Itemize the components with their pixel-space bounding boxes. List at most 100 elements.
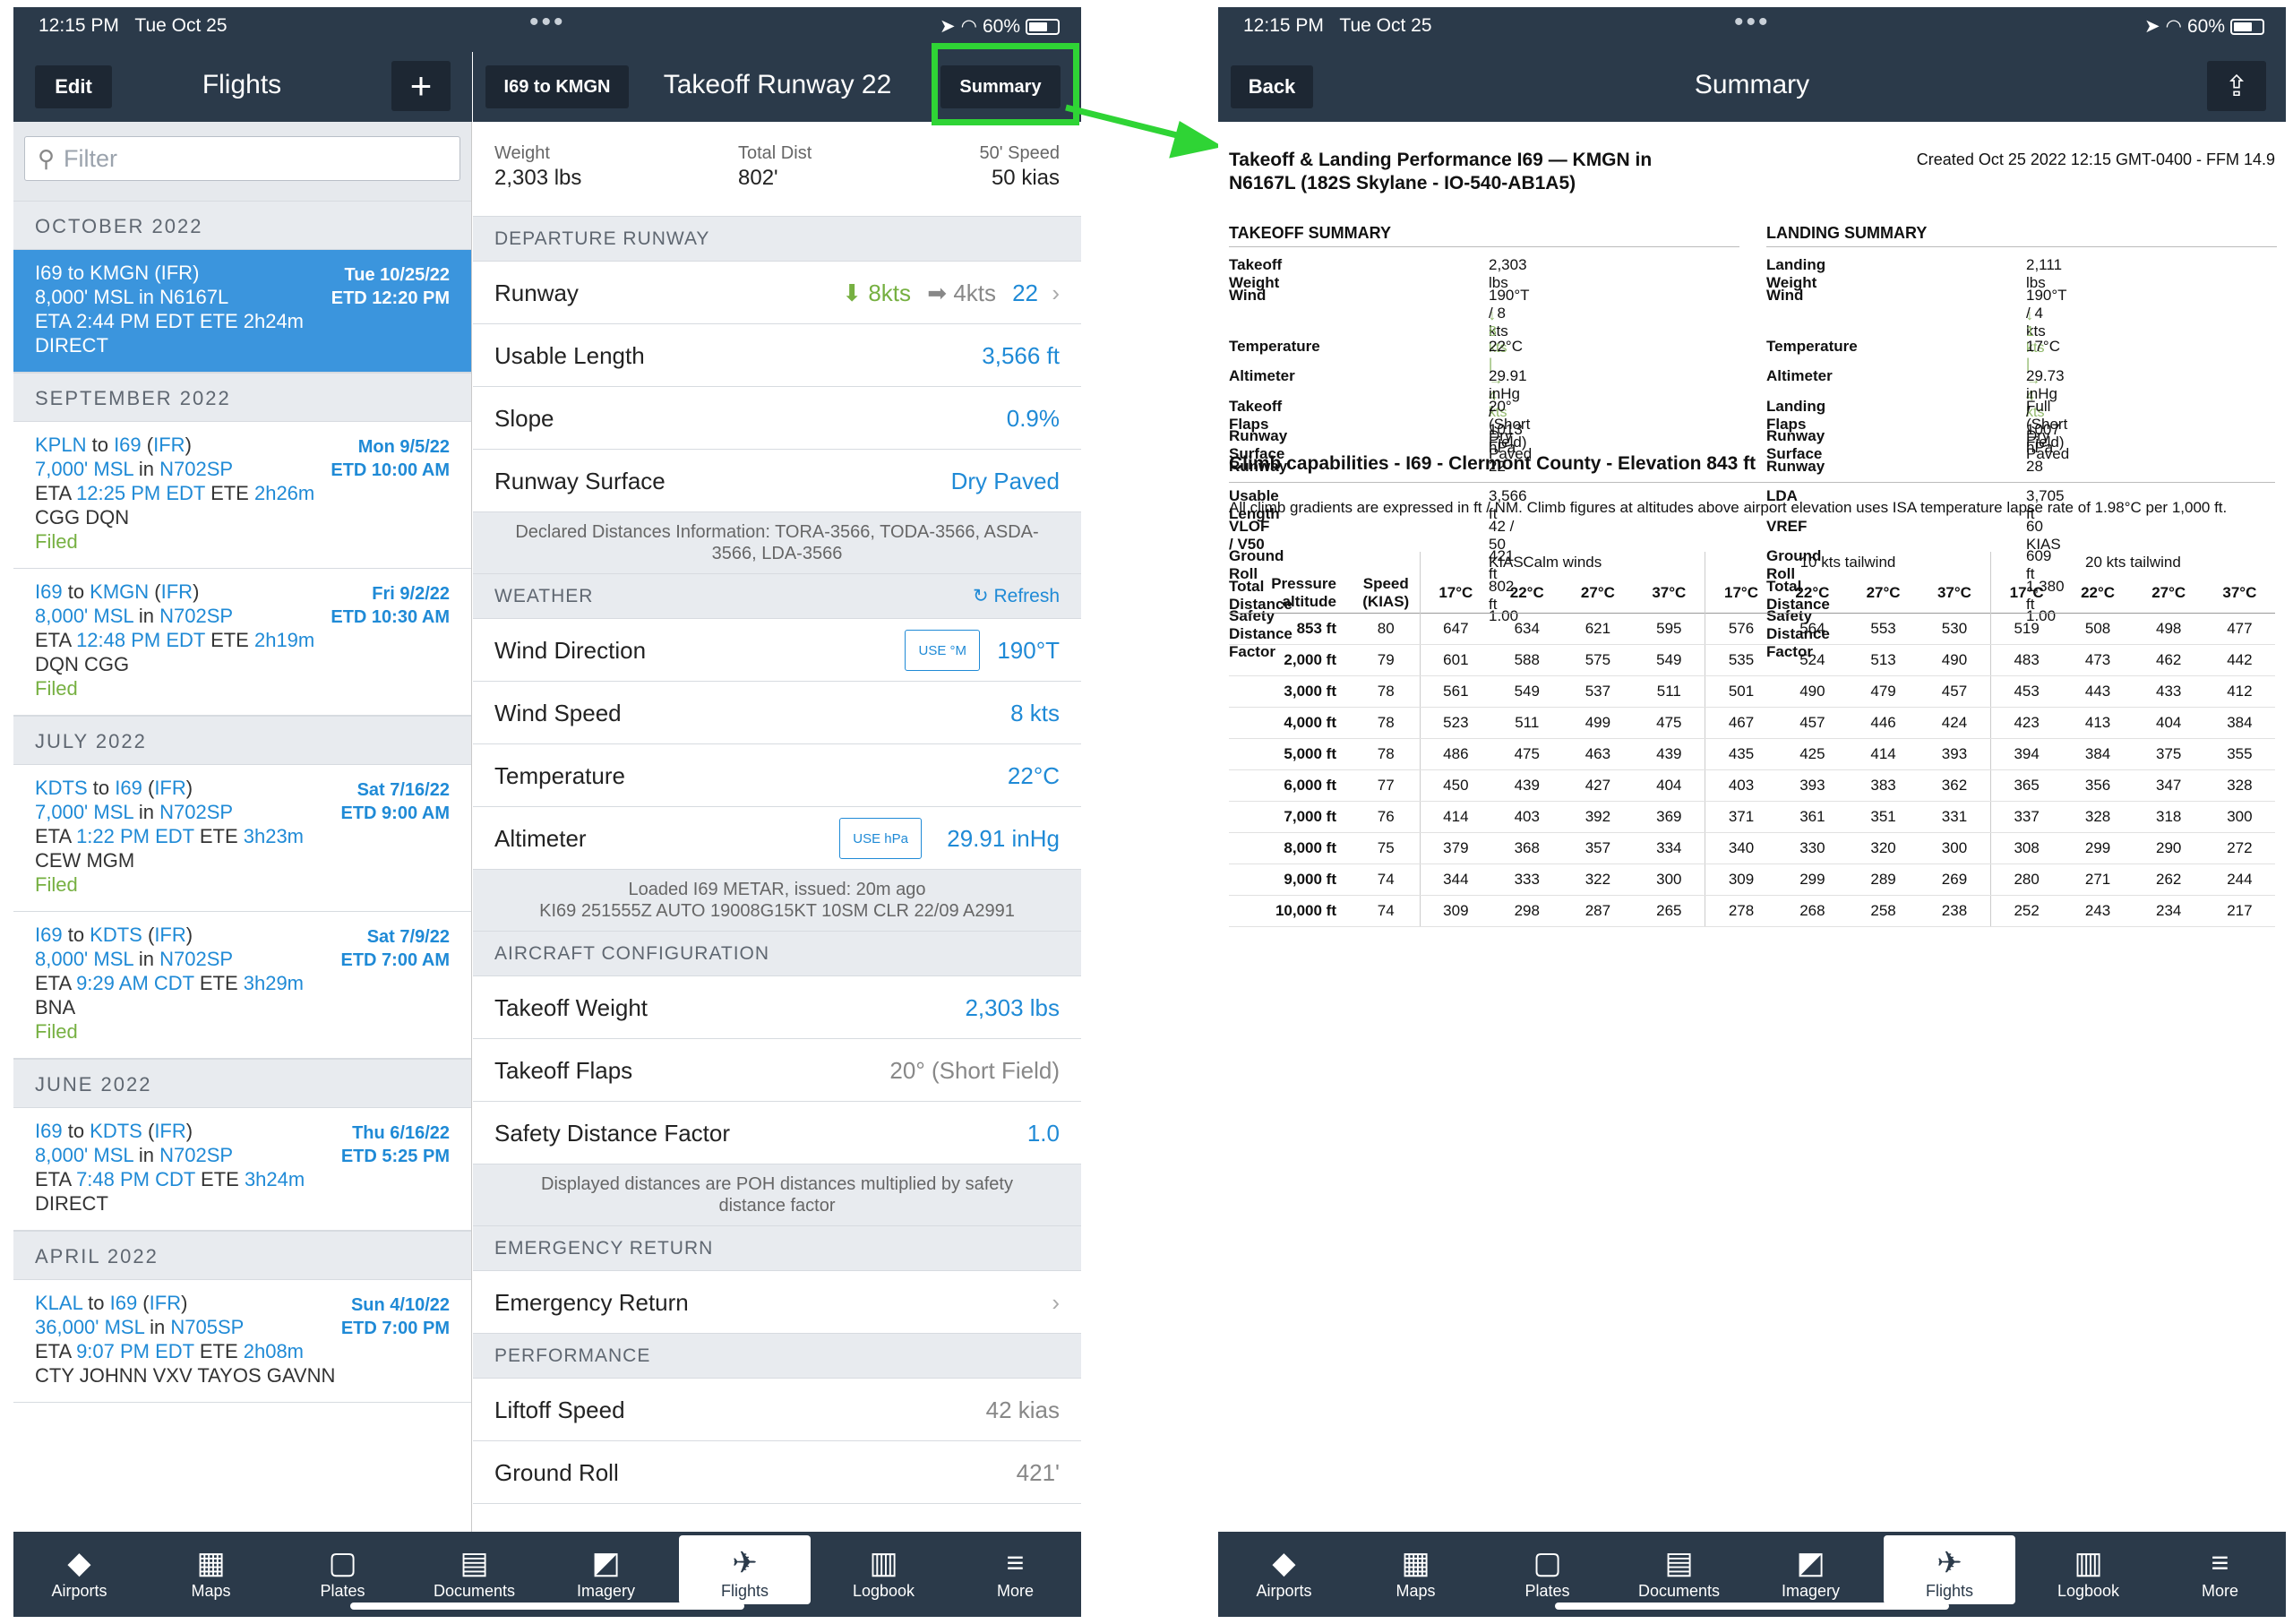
declared-distances-note: Declared Distances Information: TORA-356… [473, 512, 1081, 574]
tab-flights[interactable]: ✈ Flights [1884, 1535, 2015, 1604]
summary-navbar: Back Summary ⇪ [1218, 52, 2286, 122]
gradient-cell: 393 [1776, 769, 1848, 802]
add-flight-button[interactable]: + [391, 61, 451, 111]
gradient-cell: 252 [1989, 895, 2063, 927]
gradient-cell: 278 [1705, 895, 1777, 927]
back-button[interactable]: Back [1231, 65, 1313, 108]
tab-maps[interactable]: ▦ Maps [145, 1532, 277, 1617]
battery-icon [1026, 18, 1060, 35]
summary-title: Summary [1694, 70, 1810, 99]
tab-logbook[interactable]: ▥ Logbook [2022, 1532, 2154, 1617]
use-magnetic-button[interactable]: USE °M [905, 630, 980, 671]
flight-item[interactable]: KPLN to I69 (IFR) 7,000' MSL in N702SP E… [13, 422, 471, 569]
flight-item[interactable]: I69 to KDTS (IFR) 8,000' MSL in N702SP E… [13, 912, 471, 1059]
surface-row[interactable]: Runway Surface Dry Paved [473, 450, 1081, 512]
temp-col-header: 17°C [1989, 573, 2063, 614]
multitask-dots[interactable]: ••• [1734, 7, 1771, 38]
airports-icon: ◆ [1272, 1546, 1296, 1580]
flight-item[interactable]: I69 to KDTS (IFR) 8,000' MSL in N702SP E… [13, 1108, 471, 1231]
airplane-icon: ✈ [1937, 1546, 1962, 1580]
temp-col-header: 22°C [2081, 584, 2116, 601]
poh-note: Displayed distances are POH distances mu… [473, 1164, 1081, 1226]
flight-item[interactable]: I69 to KMGN (IFR) 8,000' MSL in N6167L E… [13, 250, 471, 373]
gradient-cell: 457 [1919, 675, 1991, 708]
safety-factor-row[interactable]: Safety Distance Factor 1.0 [473, 1102, 1081, 1164]
refresh-button[interactable]: ↻ Refresh [973, 574, 1060, 619]
table-row: 3,000 ft 78 561 549 537 511 501 490 479 457 453 443… [1229, 675, 2275, 708]
wind-direction-row[interactable]: Wind Direction USE °M 190°T [473, 619, 1081, 682]
gradient-cell: 383 [1847, 769, 1919, 802]
runway-row[interactable]: Runway ⬇ 8kts ➡ 4kts 22 › [473, 262, 1081, 324]
summary-key: Temperature [1229, 337, 1320, 355]
emergency-return-row[interactable]: Emergency Return › [473, 1271, 1081, 1334]
tab-maps[interactable]: ▦ Maps [1350, 1532, 1481, 1617]
gradient-cell: 475 [1633, 707, 1705, 739]
gradient-cell: 334 [1633, 832, 1705, 864]
gradient-cell: 371 [1705, 801, 1777, 833]
altimeter-row[interactable]: Altimeter USE hPa 29.91 inHg [473, 807, 1081, 870]
gradient-cell: 328 [2062, 801, 2134, 833]
gradient-cell: 446 [1847, 707, 1919, 739]
tab-airports[interactable]: ◆ Airports [13, 1532, 145, 1617]
speed-cell: 77 [1353, 769, 1420, 802]
share-icon[interactable]: ⇪ [2207, 61, 2266, 111]
departure-header: DEPARTURE RUNWAY [473, 217, 1081, 262]
table-row: 853 ft 80 647 634 621 595 576 564 553 530 519 508 49… [1229, 613, 2275, 645]
summary-document: Takeoff & Landing Performance I69 — KMGN… [1218, 122, 2286, 1546]
gradient-cell: 356 [2062, 769, 2134, 802]
ipad-right: 12:15 PM Tue Oct 25 ••• ➤ ◠ 60% Back Summa… [1218, 7, 2286, 1617]
edit-button[interactable]: Edit [35, 65, 112, 108]
flight-item[interactable]: KLAL to I69 (IFR) 36,000' MSL in N705SP … [13, 1280, 471, 1403]
airplane-icon: ✈ [732, 1546, 758, 1580]
altitude-cell: 10,000 ft [1229, 895, 1353, 927]
gradient-cell: 467 [1705, 707, 1777, 739]
location-icon: ➤ [940, 16, 956, 37]
section-header: JULY 2022 [13, 716, 471, 765]
gradient-cell: 271 [2062, 864, 2134, 896]
flight-item[interactable]: KDTS to I69 (IFR) 7,000' MSL in N702SP E… [13, 765, 471, 912]
location-icon: ➤ [2144, 16, 2160, 37]
takeoff-weight-row[interactable]: Takeoff Weight 2,303 lbs [473, 976, 1081, 1039]
gradient-cell: 530 [1919, 613, 1991, 645]
flights-list: ⚲ Filter OCTOBER 2022 I69 to KMGN (IFR) 8… [13, 122, 472, 1546]
performance-header: PERFORMANCE [473, 1334, 1081, 1379]
usable-length-row[interactable]: Usable Length 3,566 ft [473, 324, 1081, 387]
gradient-cell: 523 [1419, 707, 1492, 739]
tab-more[interactable]: ≡ More [2154, 1532, 2286, 1617]
gradient-cell: 549 [1491, 675, 1563, 708]
tab-flights[interactable]: ✈ Flights [679, 1535, 811, 1604]
speed-cell: 75 [1353, 832, 1420, 864]
wind-speed-row[interactable]: Wind Speed 8 kts [473, 682, 1081, 744]
gradient-cell: 634 [1491, 613, 1563, 645]
created-stamp: Created Oct 25 2022 12:15 GMT-0400 - FFM… [1916, 150, 2275, 168]
temperature-row[interactable]: Temperature 22°C [473, 744, 1081, 807]
tab-airports[interactable]: ◆ Airports [1218, 1532, 1350, 1617]
gradient-cell: 337 [1989, 801, 2063, 833]
metar-note: Loaded I69 METAR, issued: 20m ago KI69 25… [473, 870, 1081, 932]
gradient-cell: 272 [2203, 832, 2275, 864]
stat-50-speed: 50' Speed 50 kias [979, 143, 1060, 190]
gradient-cell: 414 [1419, 801, 1492, 833]
use-hpa-button[interactable]: USE hPa [839, 818, 922, 859]
slope-row[interactable]: Slope 0.9% [473, 387, 1081, 450]
group-calm: Calm winds [1419, 552, 1705, 573]
tab-logbook[interactable]: ▥ Logbook [818, 1532, 949, 1617]
gradient-cell: 340 [1705, 832, 1777, 864]
gradient-cell: 394 [1989, 738, 2063, 770]
stat-total-dist: Total Dist 802' [738, 143, 812, 190]
tab-bar: ◆ Airports ▦ Maps ▢ Plates ▤ Documents ◩ Imag… [1218, 1532, 2286, 1617]
back-to-flight-button[interactable]: I69 to KMGN [485, 65, 629, 108]
filter-input[interactable]: ⚲ Filter [24, 136, 460, 181]
gradient-cell: 513 [1847, 644, 1919, 676]
takeoff-flaps-row[interactable]: Takeoff Flaps 20° (Short Field) [473, 1039, 1081, 1102]
tab-more[interactable]: ≡ More [949, 1532, 1081, 1617]
temp-col-header: 27°C [1580, 584, 1615, 601]
multitask-dots[interactable]: ••• [529, 7, 566, 38]
wifi-icon: ◠ [960, 16, 977, 37]
gradient-cell: 553 [1847, 613, 1919, 645]
gradient-cell: 442 [2203, 644, 2275, 676]
gradient-cell: 575 [1562, 644, 1634, 676]
gradient-cell: 462 [2133, 644, 2204, 676]
gradient-cell: 463 [1562, 738, 1634, 770]
flight-item[interactable]: I69 to KMGN (IFR) 8,000' MSL in N702SP E… [13, 569, 471, 716]
